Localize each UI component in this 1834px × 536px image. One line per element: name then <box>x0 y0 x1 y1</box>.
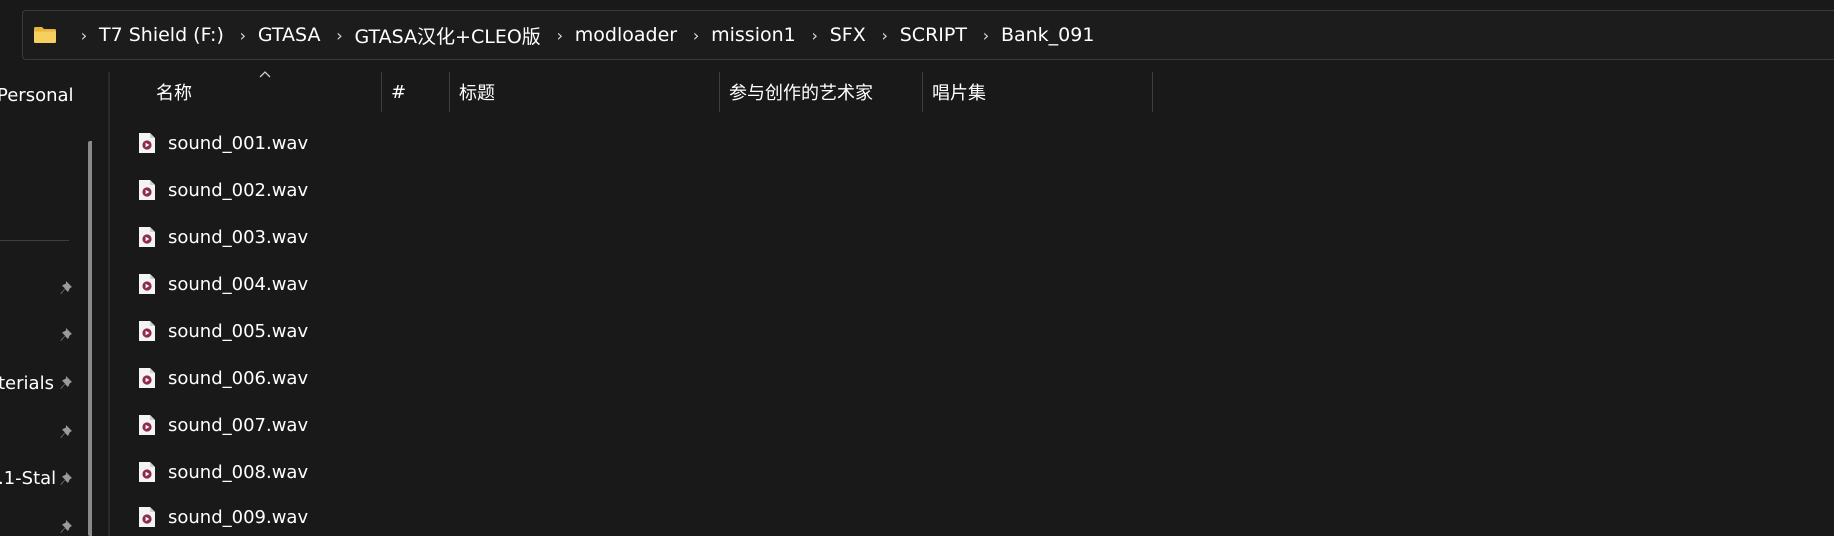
column-resize-handle[interactable] <box>719 72 720 112</box>
pane-splitter[interactable] <box>108 72 110 536</box>
column-header-title[interactable]: 标题 <box>459 72 495 112</box>
file-name: sound_001.wav <box>168 132 309 154</box>
chevron-right-icon[interactable]: › <box>230 26 256 45</box>
chevron-right-icon[interactable]: › <box>683 26 709 45</box>
breadcrumb-mission1[interactable]: mission1 <box>709 24 802 46</box>
chevron-right-icon[interactable]: › <box>973 26 999 45</box>
pin-icon[interactable] <box>58 326 78 346</box>
sidebar-scrollbar[interactable] <box>88 141 92 536</box>
list-item[interactable]: sound_008.wav <box>138 453 1138 491</box>
column-header-name[interactable]: 名称 <box>156 72 192 112</box>
list-item[interactable]: sound_001.wav <box>138 124 1138 162</box>
audio-file-icon <box>139 180 155 200</box>
list-item[interactable]: sound_002.wav <box>138 171 1138 209</box>
column-header-contributing-artists[interactable]: 参与创作的艺术家 <box>729 72 873 112</box>
breadcrumb-gtasa[interactable]: GTASA <box>256 24 327 46</box>
audio-file-icon <box>139 368 155 388</box>
file-name: sound_005.wav <box>168 320 309 342</box>
breadcrumb-bank-091[interactable]: Bank_091 <box>999 24 1101 46</box>
list-item[interactable]: sound_006.wav <box>138 359 1138 397</box>
chevron-right-icon[interactable]: › <box>872 26 898 45</box>
sidebar-item-materials[interactable]: terials <box>0 373 54 394</box>
audio-file-icon <box>139 321 155 341</box>
column-resize-handle[interactable] <box>381 72 382 112</box>
pin-icon[interactable] <box>58 279 78 299</box>
audio-file-icon <box>139 415 155 435</box>
breadcrumb: › T7 Shield (F:) › GTASA › GTASA汉化+CLEO版… <box>71 22 1100 49</box>
column-header-number[interactable]: # <box>391 72 406 112</box>
list-item[interactable]: sound_007.wav <box>138 406 1138 444</box>
breadcrumb-gtasa-cleo[interactable]: GTASA汉化+CLEO版 <box>352 22 546 49</box>
chevron-right-icon[interactable]: › <box>71 26 97 45</box>
column-resize-handle[interactable] <box>449 72 450 112</box>
file-name: sound_004.wav <box>168 273 309 295</box>
navigation-pane: Personal terials .1-Stal <box>0 60 92 536</box>
chevron-right-icon[interactable]: › <box>802 26 828 45</box>
sidebar-item-stable[interactable]: .1-Stal <box>0 468 56 489</box>
column-header-album[interactable]: 唱片集 <box>932 72 986 112</box>
audio-file-icon <box>139 462 155 482</box>
file-name: sound_008.wav <box>168 461 309 483</box>
file-name: sound_003.wav <box>168 226 309 248</box>
sort-ascending-icon <box>259 71 271 78</box>
pin-icon[interactable] <box>58 470 78 490</box>
breadcrumb-drive[interactable]: T7 Shield (F:) <box>97 24 230 46</box>
audio-file-icon <box>139 274 155 294</box>
folder-icon <box>33 26 57 44</box>
file-explorer-window: › T7 Shield (F:) › GTASA › GTASA汉化+CLEO版… <box>0 0 1834 536</box>
sidebar-item-personal[interactable]: Personal <box>0 85 74 106</box>
column-resize-handle[interactable] <box>922 72 923 112</box>
file-name: sound_009.wav <box>168 506 309 528</box>
pin-icon[interactable] <box>58 423 78 443</box>
breadcrumb-script[interactable]: SCRIPT <box>898 24 973 46</box>
list-item[interactable]: sound_003.wav <box>138 218 1138 256</box>
file-name: sound_006.wav <box>168 367 309 389</box>
file-name: sound_002.wav <box>168 179 309 201</box>
address-bar[interactable]: › T7 Shield (F:) › GTASA › GTASA汉化+CLEO版… <box>22 10 1834 60</box>
file-name: sound_007.wav <box>168 414 309 436</box>
pin-icon[interactable] <box>58 374 78 394</box>
chevron-right-icon[interactable]: › <box>547 26 573 45</box>
pin-icon[interactable] <box>58 518 78 536</box>
list-item[interactable]: sound_004.wav <box>138 265 1138 303</box>
breadcrumb-sfx[interactable]: SFX <box>828 24 872 46</box>
column-resize-handle[interactable] <box>1152 72 1153 112</box>
audio-file-icon <box>139 133 155 153</box>
audio-file-icon <box>139 227 155 247</box>
breadcrumb-modloader[interactable]: modloader <box>573 24 683 46</box>
chevron-right-icon[interactable]: › <box>326 26 352 45</box>
sidebar-divider <box>0 240 69 241</box>
list-item[interactable]: sound_005.wav <box>138 312 1138 350</box>
list-item[interactable]: sound_009.wav <box>138 498 1138 536</box>
audio-file-icon <box>139 507 155 527</box>
